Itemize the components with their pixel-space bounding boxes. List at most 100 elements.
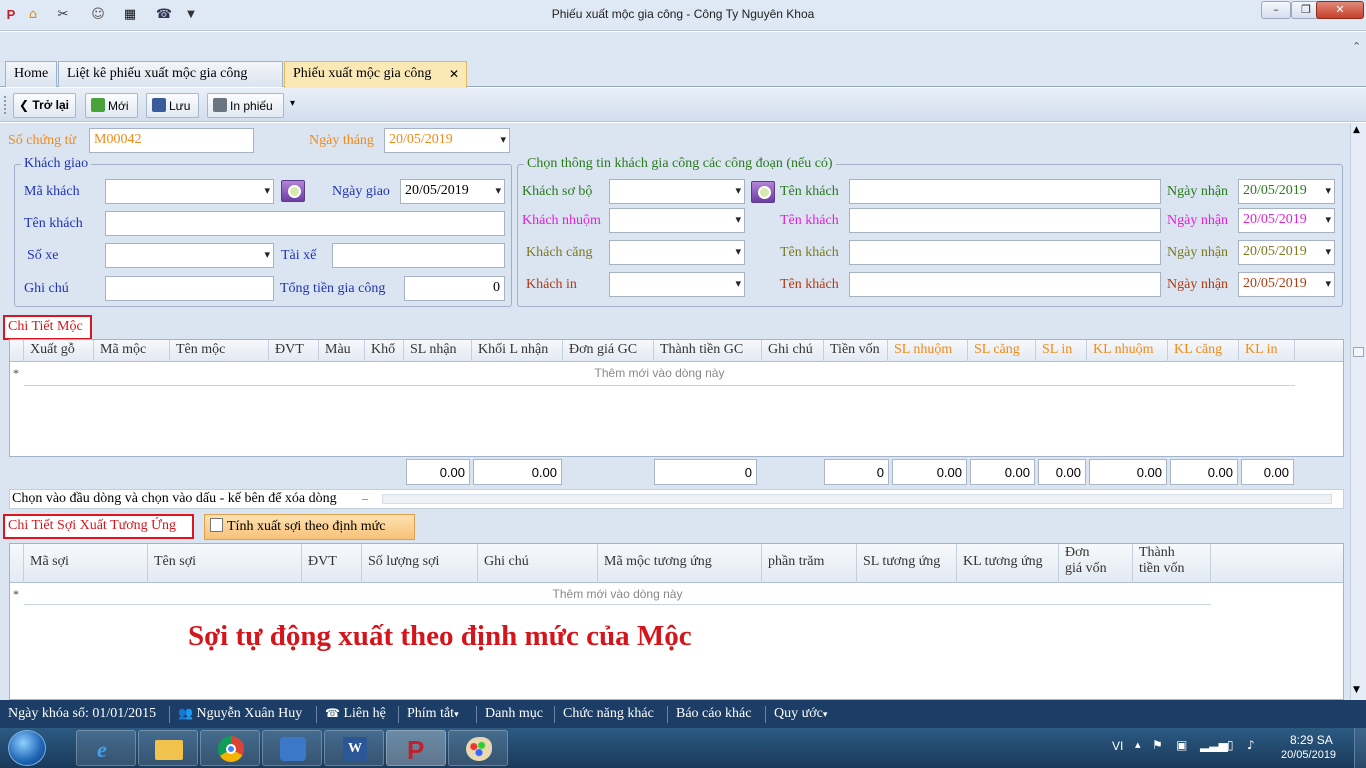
ngay-nhan-in-picker[interactable]: 20/05/2019 [1238,272,1335,297]
soi-col-header[interactable]: KL tương ứng [957,544,1059,583]
ghi-chu-input[interactable] [105,276,274,301]
ma-khach-select[interactable] [105,179,274,204]
khach-cang-select[interactable] [609,240,745,265]
app-taskbar-icon[interactable]: P [386,730,446,766]
so-xe-select[interactable] [105,243,274,268]
tray-flag-icon[interactable]: ⚑ [1152,738,1163,752]
ten-khach-in-input[interactable] [849,272,1161,297]
category-menu[interactable]: Danh mục [485,706,543,722]
print-button[interactable]: In phiếu [207,93,284,118]
ngay-nhan-so-bo-picker[interactable]: 20/05/2019 [1238,179,1335,204]
soi-new-row[interactable]: Thêm mới vào dòng này [24,587,1211,605]
khach-so-bo-select[interactable] [609,179,745,204]
moc-col-header[interactable]: Xuất gỗ [24,340,94,362]
convention-menu[interactable]: Quy ước▾ [774,706,827,722]
soi-col-header[interactable]: ĐVT [302,544,362,583]
user-status[interactable]: 👥 Nguyễn Xuân Huy [178,706,302,722]
other-functions-menu[interactable]: Chức năng khác [563,706,654,722]
minimize-button[interactable]: – [1261,1,1291,19]
soi-col-header[interactable]: SL tương ứng [857,544,957,583]
clock-date[interactable]: 20/05/2019 [1281,749,1336,761]
ie-taskbar-icon[interactable]: e [76,730,136,766]
moc-col-header[interactable]: Màu [319,340,365,362]
soi-col-header[interactable]: Ghi chú [478,544,598,583]
moc-col-header[interactable]: Khổ [365,340,404,362]
moc-col-header[interactable]: Ghi chú [762,340,824,362]
ten-khach-cang-input[interactable] [849,240,1161,265]
clock-time[interactable]: 8:29 SA [1290,733,1333,747]
soi-grid[interactable]: Mã sợi Tên sợi ĐVT Số lượng sợi Ghi chú … [9,543,1344,700]
scroll-down-icon[interactable]: ▼ [1353,685,1360,695]
tab-home[interactable]: Home [5,61,57,87]
moc-col-header[interactable]: SL căng [968,340,1036,362]
khach-in-select[interactable] [609,272,745,297]
shortcut-menu[interactable]: Phím tắt▾ [407,706,459,722]
moc-col-header[interactable]: SL in [1036,340,1087,362]
save-button[interactable]: Lưu [146,93,199,118]
customer-search-icon[interactable] [281,180,305,202]
volume-icon[interactable]: ♪ [1247,738,1255,752]
toolbar-grip[interactable] [4,96,7,114]
tray-security-icon[interactable]: ▣ [1176,738,1187,752]
ten-khach-so-bo-input[interactable] [849,179,1161,204]
tong-tien-input[interactable]: 0 [404,276,505,301]
vertical-scrollbar[interactable]: ▲ ▼ [1350,123,1366,700]
moc-col-header[interactable]: KL in [1239,340,1295,362]
soi-col-header[interactable]: Tên sợi [148,544,302,583]
signal-icon[interactable]: ▂▃▅ [1200,738,1228,752]
soi-col-header[interactable]: Mã sợi [24,544,148,583]
ngay-nhan-cang-picker[interactable]: 20/05/2019 [1238,240,1335,265]
ribbon-collapse-icon[interactable]: ⌃ [1352,40,1361,53]
ngay-giao-picker[interactable]: 20/05/2019 [400,179,505,204]
back-button[interactable]: ❮ Trở lại [13,93,76,118]
moc-col-header[interactable]: Khối L nhận [472,340,563,362]
moc-grid[interactable]: Xuất gỗ Mã mộc Tên mộc ĐVT Màu Khổ SL nh… [9,339,1344,457]
moc-col-header[interactable]: Tên mộc [170,340,269,362]
language-indicator[interactable]: VI [1112,739,1123,753]
khach-nhuom-select[interactable] [609,208,745,233]
soi-col-header[interactable]: Thành tiền vốn [1133,544,1211,583]
start-button[interactable] [8,730,46,766]
word-taskbar-icon[interactable]: W [324,730,384,766]
soi-col-header[interactable]: Đơn giá vốn [1059,544,1133,583]
ten-khach-input[interactable] [105,211,505,236]
ten-khach-nhuom-input[interactable] [849,208,1161,233]
tab-list[interactable]: Liệt kê phiếu xuất mộc gia công [58,61,283,87]
scroll-up-icon[interactable]: ▲ [1353,125,1360,135]
show-desktop-button[interactable] [1354,728,1366,768]
moc-col-header[interactable]: SL nhuộm [888,340,968,362]
soi-col-header[interactable]: Mã mộc tương ứng [598,544,762,583]
tray-expand-icon[interactable]: ▴ [1135,738,1141,751]
so-chung-tu-input[interactable]: M00042 [89,128,254,153]
ngay-nhan-nhuom-picker[interactable]: 20/05/2019 [1238,208,1335,233]
chrome-taskbar-icon[interactable] [200,730,260,766]
toolbar-more-icon[interactable]: ▾ [290,98,295,109]
soi-col-header[interactable]: Số lượng sợi [362,544,478,583]
moc-new-row[interactable]: Thêm mới vào dòng này [24,366,1295,386]
explorer-taskbar-icon[interactable] [138,730,198,766]
ngay-thang-picker[interactable]: 20/05/2019 [384,128,510,153]
contact-menu[interactable]: ☎ Liên hệ [325,706,386,722]
battery-icon[interactable]: ▯ [1227,738,1234,752]
moc-col-header[interactable]: KL nhuộm [1087,340,1168,362]
moc-col-header[interactable]: SL nhận [404,340,472,362]
tab-close-icon[interactable]: ✕ [449,67,459,81]
horizontal-scrollbar[interactable] [382,494,1332,504]
moc-col-header[interactable]: Mã mộc [94,340,170,362]
calc-yarn-button[interactable]: Tính xuất sợi theo định mức [204,514,415,540]
other-reports-menu[interactable]: Báo cáo khác [676,706,751,722]
scroll-thumb[interactable] [1353,347,1364,357]
moc-col-header[interactable]: KL căng [1168,340,1239,362]
moc-col-header[interactable]: Tiền vốn [824,340,888,362]
tab-current[interactable]: Phiếu xuất mộc gia công ✕ [284,61,467,88]
moc-col-header[interactable]: Đơn giá GC [563,340,654,362]
paint-taskbar-icon[interactable] [448,730,508,766]
remote-taskbar-icon[interactable] [262,730,322,766]
close-window-button[interactable]: ✕ [1316,1,1364,19]
moc-col-header[interactable]: ĐVT [269,340,319,362]
new-button[interactable]: Mới [85,93,138,118]
moc-col-header[interactable]: Thành tiền GC [654,340,762,362]
partner-search-icon[interactable] [751,181,775,203]
soi-col-header[interactable]: phần trăm [762,544,857,583]
tai-xe-input[interactable] [332,243,505,268]
